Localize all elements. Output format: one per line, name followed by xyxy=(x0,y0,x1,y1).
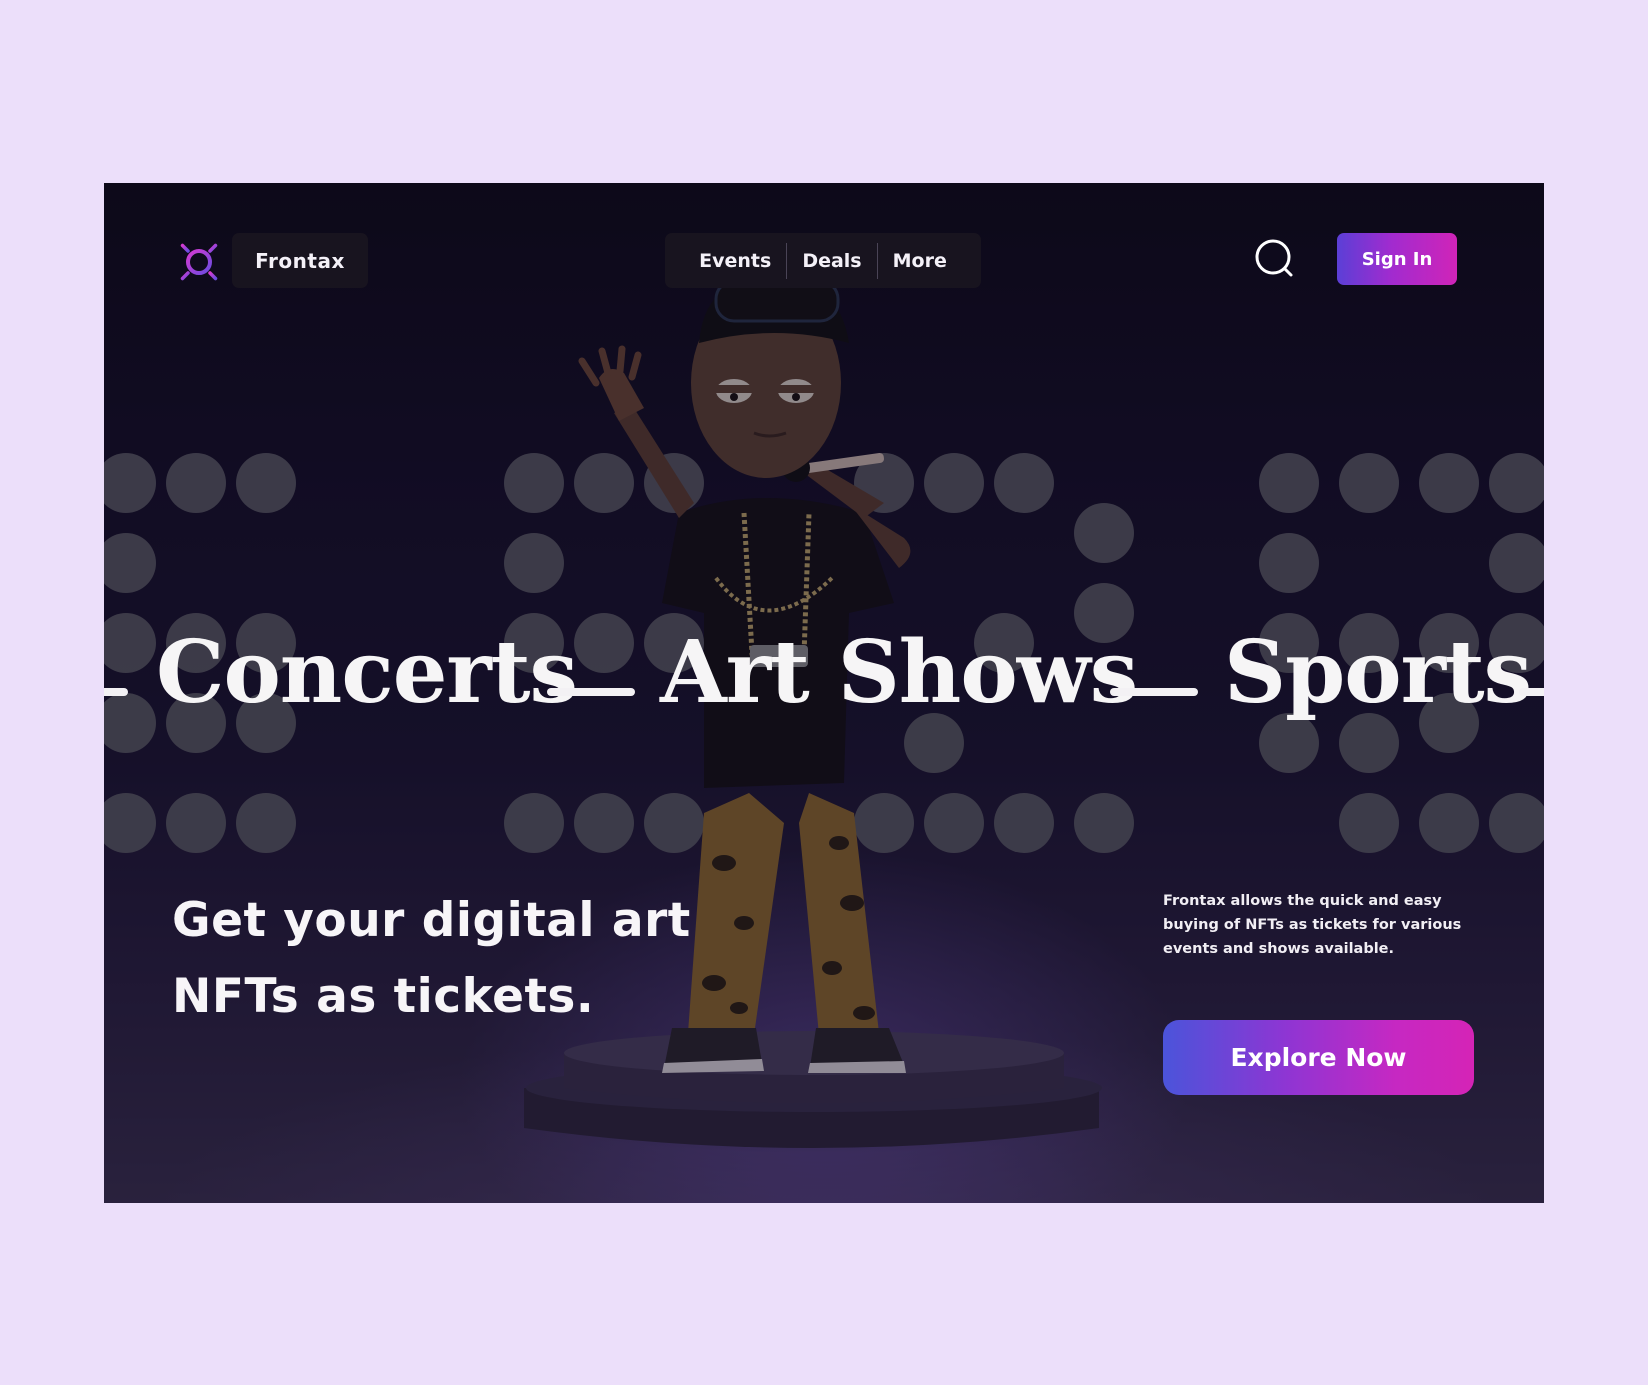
sun-logo-icon[interactable] xyxy=(172,235,226,289)
sign-in-button[interactable]: Sign In xyxy=(1337,233,1457,285)
marquee-item-concerts: Concerts xyxy=(156,622,578,723)
hero-section: Frontax Events Deals More Sign In Concer… xyxy=(104,183,1544,1203)
marquee-item-sports: Sports xyxy=(1224,622,1532,723)
explore-now-button[interactable]: Explore Now xyxy=(1163,1020,1474,1095)
marquee-dash xyxy=(547,688,635,696)
marquee-dash xyxy=(1519,688,1544,696)
nav-link-events[interactable]: Events xyxy=(684,244,786,278)
marquee-dash xyxy=(1110,688,1198,696)
marquee-item-art-shows: Art Shows xyxy=(660,622,1138,723)
marquee-dash xyxy=(104,688,128,696)
hero-description: Frontax allows the quick and easy buying… xyxy=(1163,893,1462,957)
main-nav: Events Deals More xyxy=(665,233,981,288)
brand-name[interactable]: Frontax xyxy=(232,233,368,288)
nav-link-more[interactable]: More xyxy=(878,244,962,278)
search-icon[interactable] xyxy=(1253,237,1297,281)
nav-link-deals[interactable]: Deals xyxy=(787,244,876,278)
hero-headline: Get your digital art NFTs as tickets. xyxy=(172,893,691,1024)
